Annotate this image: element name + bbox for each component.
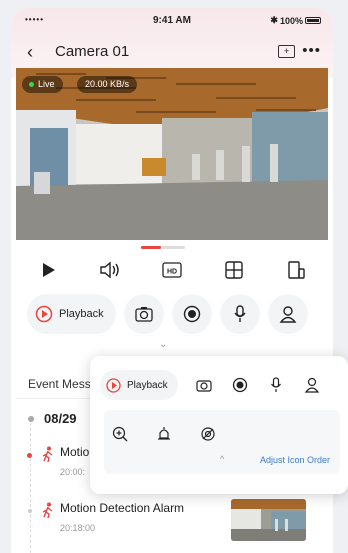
expand-chevron-icon[interactable]: ⌄: [159, 339, 167, 350]
motion-icon: [41, 446, 55, 467]
view-page-indicator: [141, 246, 185, 249]
person-icon[interactable]: [302, 375, 322, 395]
event-section-title: Event Mess: [28, 377, 91, 391]
page-title: Camera 01: [55, 43, 130, 60]
volume-icon[interactable]: [99, 259, 121, 281]
camera-icon: [134, 307, 153, 322]
zoom-in-icon[interactable]: [110, 424, 130, 444]
bluetooth-icon: ✱: [270, 15, 278, 25]
event-name: Motio: [60, 445, 90, 459]
record-icon: [183, 305, 200, 323]
camera-icon[interactable]: [194, 375, 214, 395]
back-button[interactable]: ‹: [27, 41, 33, 63]
motion-icon: [41, 502, 55, 523]
status-bar: ••••• 9:41 AM ✱ 100%: [11, 15, 333, 29]
add-screen-icon[interactable]: +: [278, 45, 295, 58]
playback-icon: [106, 377, 121, 393]
more-menu-button[interactable]: •••: [302, 41, 321, 61]
event-date: 08/29: [44, 411, 77, 426]
event-marker: [28, 509, 32, 513]
popup-playback-label: Playback: [127, 379, 168, 391]
alarm-icon[interactable]: [154, 424, 174, 444]
person-icon: [279, 306, 297, 323]
event-time: 20:00:: [60, 467, 86, 477]
microphone-icon[interactable]: [266, 375, 286, 395]
event-date-row: 08/29: [28, 411, 77, 426]
split-screen-icon[interactable]: [223, 259, 245, 281]
play-icon[interactable]: [37, 259, 59, 281]
popup-secondary-row: [110, 424, 218, 444]
date-dot: [28, 415, 34, 422]
talk-button[interactable]: [219, 294, 260, 334]
record-button[interactable]: [171, 294, 212, 334]
record-icon[interactable]: [230, 375, 250, 395]
snapshot-button[interactable]: [123, 294, 164, 334]
microphone-icon: [234, 305, 246, 322]
playback-button[interactable]: Playback: [27, 294, 116, 334]
battery-status: ✱ 100%: [270, 15, 321, 26]
adjust-icon-order-link[interactable]: Adjust Icon Order: [260, 455, 330, 465]
hd-quality-button[interactable]: HD: [161, 259, 183, 281]
popup-primary-row: Playback: [100, 369, 344, 401]
navigation-bar: ‹ Camera 01 + •••: [11, 41, 333, 63]
ptz-button[interactable]: [267, 294, 308, 334]
camera-scene-image: [16, 68, 328, 240]
live-badge: Live: [22, 76, 63, 93]
collapse-caret-icon[interactable]: ^: [220, 454, 224, 464]
playback-icon: [35, 305, 53, 323]
privacy-mask-icon[interactable]: [198, 424, 218, 444]
live-video-view[interactable]: Live 20.00 KB/s: [16, 68, 328, 240]
event-name: Motion Detection Alarm: [60, 501, 185, 515]
battery-percent: 100%: [279, 15, 303, 26]
event-time: 20:18:00: [60, 523, 96, 533]
action-row: Playback: [27, 293, 317, 335]
rotate-screen-icon[interactable]: [285, 259, 307, 281]
playback-label: Playback: [59, 308, 104, 320]
battery-icon: [305, 17, 321, 24]
icon-order-popup: Playback ^ Adjust Icon Order: [90, 356, 348, 494]
event-thumbnail[interactable]: [231, 499, 306, 541]
bitrate-badge: 20.00 KB/s: [77, 76, 138, 93]
event-marker: [27, 453, 32, 458]
event-item[interactable]: Motion Detection Alarm 20:18:00: [24, 499, 324, 543]
svg-text:HD: HD: [167, 269, 177, 276]
popup-playback-button[interactable]: Playback: [100, 370, 178, 400]
playback-control-bar: HD: [11, 258, 333, 282]
